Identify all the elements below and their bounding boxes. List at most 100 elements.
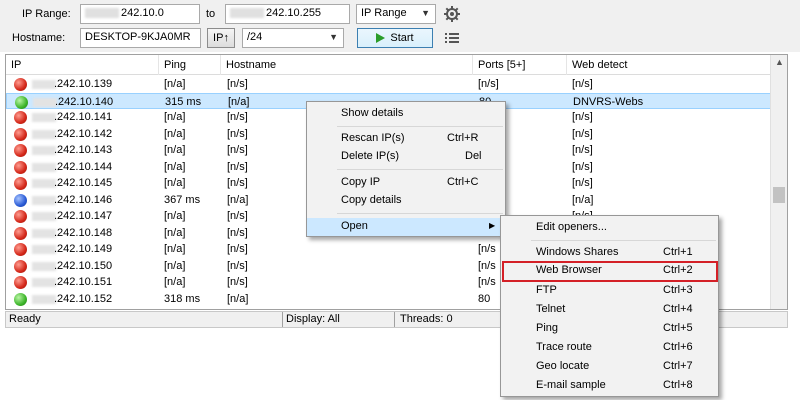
menu-item-shortcut: Del xyxy=(465,150,482,162)
menu-item-windows-shares[interactable]: Windows Shares Ctrl+1 xyxy=(501,244,718,262)
cell-hostname: [n/a] xyxy=(227,292,249,305)
netmask-select[interactable]: /24 ▼ xyxy=(242,28,344,48)
status-red-icon xyxy=(14,177,27,190)
table-header: IP Ping Hostname Ports [5+] Web detect xyxy=(6,55,771,75)
menu-item-ftp[interactable]: FTP Ctrl+3 xyxy=(501,282,718,300)
scrollbar-thumb[interactable] xyxy=(773,187,785,203)
status-green-icon xyxy=(15,95,28,109)
hostname-label: Hostname: xyxy=(12,32,66,44)
menu-item-show-details[interactable]: Show details xyxy=(307,105,505,123)
menu-item-delete[interactable]: Delete IP(s) Del xyxy=(307,148,505,166)
menu-item-copy-details[interactable]: Copy details xyxy=(307,192,505,210)
menu-item-label: Geo locate xyxy=(536,360,590,372)
status-blue-icon xyxy=(14,193,27,207)
hostname-input[interactable]: DESKTOP-9KJA0MR xyxy=(80,28,201,48)
status-threads: Threads: 0 xyxy=(400,313,453,325)
cell-ping: [n/a] xyxy=(164,276,186,288)
cell-ports: [n/s xyxy=(478,243,496,255)
menu-separator xyxy=(337,169,503,170)
column-header-hostname[interactable]: Hostname xyxy=(221,55,473,75)
menu-item-rescan[interactable]: Rescan IP(s) Ctrl+R xyxy=(307,130,505,148)
menu-item-trace-route[interactable]: Trace route Ctrl+6 xyxy=(501,339,718,357)
cell-hostname: [n/s] xyxy=(227,259,248,272)
column-header-ports[interactable]: Ports [5+] xyxy=(473,55,567,75)
menu-separator xyxy=(337,126,503,127)
status-red-icon xyxy=(14,276,27,289)
cell-ping: [n/a] xyxy=(164,144,186,156)
cell-ip: .242.10.150 xyxy=(54,259,113,272)
redacted-octets xyxy=(32,162,56,172)
menu-item-label: Show details xyxy=(341,107,404,119)
menu-item-ping[interactable]: Ping Ctrl+5 xyxy=(501,320,718,338)
chevron-down-icon: ▼ xyxy=(421,8,430,18)
menu-item-copy-ip[interactable]: Copy IP Ctrl+C xyxy=(307,174,505,192)
redacted-octets xyxy=(32,228,56,238)
cell-ping: [n/a] xyxy=(164,226,186,239)
cell-ping: [n/a] xyxy=(164,210,186,222)
cell-ip: .242.10.144 xyxy=(54,160,113,173)
menu-item-label: Edit openers... xyxy=(536,221,607,233)
cell-ping: 315 ms xyxy=(165,95,202,108)
cell-ip: .242.10.147 xyxy=(54,210,113,222)
cell-ip: .242.10.149 xyxy=(54,243,113,255)
ip-range-end-input[interactable]: 242.10.255 xyxy=(225,4,350,24)
start-label: Start xyxy=(390,32,414,44)
column-header-web-detect[interactable]: Web detect xyxy=(567,55,771,75)
menu-item-shortcut: Ctrl+2 xyxy=(663,264,693,276)
redacted-octets xyxy=(32,129,56,139)
cell-hostname: [n/s] xyxy=(227,111,248,123)
cell-ping: [n/a] xyxy=(164,78,186,90)
cell-ping: [n/a] xyxy=(164,243,186,255)
menu-item-edit-openers[interactable]: Edit openers... xyxy=(501,219,718,237)
status-state: Ready xyxy=(9,313,41,325)
menu-item-open[interactable]: Open ▶ xyxy=(307,218,505,236)
menu-item-label: Delete IP(s) xyxy=(341,150,400,162)
ip-range-start-input[interactable]: 242.10.0 xyxy=(80,4,200,24)
cell-hostname: [n/s] xyxy=(227,177,248,189)
cell-hostname: [n/a] xyxy=(228,95,250,108)
scroll-up-icon[interactable]: ▲ xyxy=(775,57,784,67)
cell-ping: 367 ms xyxy=(164,193,201,206)
ip-lookup-button[interactable]: IP↑ xyxy=(207,28,235,48)
cell-hostname: [n/s] xyxy=(227,127,248,140)
cell-hostname: [n/s] xyxy=(227,160,248,173)
cell-web-detect: DNVRS-Webs xyxy=(573,95,644,108)
menu-item-shortcut: Ctrl+3 xyxy=(663,284,693,296)
menu-item-geo-locate[interactable]: Geo locate Ctrl+7 xyxy=(501,358,718,376)
menu-item-email-sample[interactable]: E-mail sample Ctrl+8 xyxy=(501,377,718,395)
cell-ports: [n/s xyxy=(478,259,496,272)
vertical-scrollbar[interactable]: ▲ xyxy=(770,55,787,309)
cell-ip: .242.10.142 xyxy=(54,127,113,140)
menu-item-label: Copy details xyxy=(341,194,402,206)
list-icon[interactable] xyxy=(445,32,459,44)
ip-lookup-label: IP↑ xyxy=(213,32,229,44)
menu-item-label: Telnet xyxy=(536,303,566,315)
cell-ping: [n/a] xyxy=(164,259,186,272)
cell-web-detect: [n/a] xyxy=(572,193,594,206)
feeder-select[interactable]: IP Range ▼ xyxy=(356,4,436,24)
cell-ports: [n/s] xyxy=(478,78,499,90)
menu-item-shortcut: Ctrl+4 xyxy=(663,303,693,315)
status-red-icon xyxy=(14,160,27,174)
menu-item-telnet[interactable]: Telnet Ctrl+4 xyxy=(501,301,718,319)
chevron-down-icon: ▼ xyxy=(329,32,338,42)
start-button[interactable]: Start xyxy=(357,28,433,48)
column-header-ip[interactable]: IP xyxy=(6,55,159,75)
cell-hostname: [n/s] xyxy=(227,243,248,255)
cell-hostname: [n/s] xyxy=(227,226,248,239)
redacted-octets xyxy=(32,245,56,254)
redacted-octets xyxy=(230,8,264,19)
cell-ip: .242.10.145 xyxy=(54,177,113,189)
table-row[interactable]: .242.10.139 [n/a] [n/s] [n/s] [n/s] xyxy=(6,76,771,93)
gear-icon[interactable] xyxy=(443,5,461,23)
cell-ip: .242.10.139 xyxy=(54,78,113,90)
menu-item-label: FTP xyxy=(536,284,557,296)
redacted-octets xyxy=(32,146,56,155)
cell-ip: .242.10.146 xyxy=(54,193,113,206)
column-header-ping[interactable]: Ping xyxy=(159,55,221,75)
redacted-octets xyxy=(32,113,56,122)
status-red-icon xyxy=(14,78,27,91)
menu-item-label: Copy IP xyxy=(341,176,381,188)
menu-item-label: Open xyxy=(341,220,368,232)
menu-item-web-browser[interactable]: Web Browser Ctrl+2 xyxy=(502,261,718,282)
